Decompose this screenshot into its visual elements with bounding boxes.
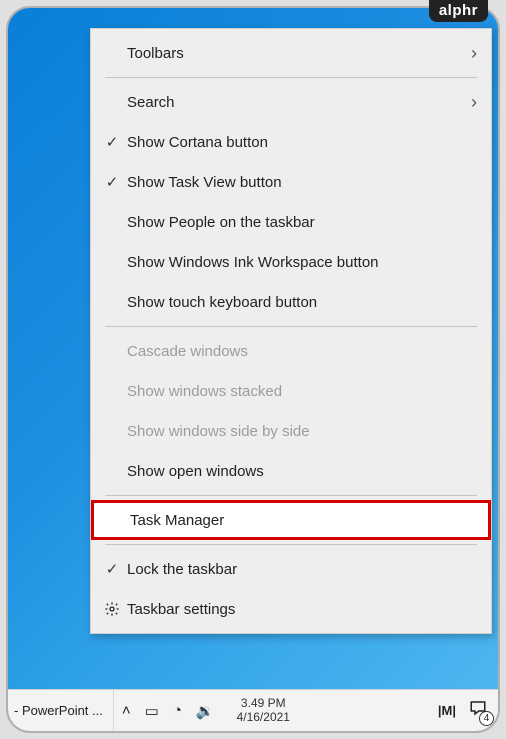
clock[interactable]: 3.49 PM 4/16/2021 xyxy=(229,697,298,725)
menu-show-touch-keyboard[interactable]: Show touch keyboard button xyxy=(91,282,491,322)
menu-toolbars[interactable]: Toolbars › xyxy=(91,33,491,73)
menu-label: Show open windows xyxy=(127,463,477,480)
alphr-watermark: alphr xyxy=(429,0,488,22)
menu-task-manager[interactable]: Task Manager xyxy=(91,500,491,540)
chevron-right-icon: › xyxy=(471,43,477,64)
taskbar-app-powerpoint[interactable]: - PowerPoint ... xyxy=(8,690,114,731)
taskbar-app-label: - PowerPoint ... xyxy=(14,703,103,718)
menu-label: Cascade windows xyxy=(127,343,477,360)
menu-label: Show People on the taskbar xyxy=(127,214,477,231)
menu-show-open-windows[interactable]: Show open windows xyxy=(91,451,491,491)
menu-show-people[interactable]: Show People on the taskbar xyxy=(91,202,491,242)
menu-label: Show Task View button xyxy=(127,174,477,191)
tray-right: |M| 4 xyxy=(428,699,498,722)
notification-count: 4 xyxy=(479,711,494,726)
menu-label: Show windows stacked xyxy=(127,383,477,400)
wifi-icon[interactable]: ◔ xyxy=(173,702,182,719)
app-icon[interactable]: |M| xyxy=(438,703,456,718)
volume-icon[interactable]: 🔉 xyxy=(196,702,215,720)
menu-label: Search xyxy=(127,94,471,111)
check-icon: ✓ xyxy=(97,173,127,191)
gear-icon xyxy=(97,601,127,617)
menu-sidebyside-windows: Show windows side by side xyxy=(91,411,491,451)
clock-date: 4/16/2021 xyxy=(237,711,290,725)
taskbar[interactable]: - PowerPoint ... ˄ ▭ ◔ 🔉 3.49 PM 4/16/20… xyxy=(8,689,498,731)
menu-label: Show Windows Ink Workspace button xyxy=(127,254,477,271)
desktop-frame: Toolbars › Search › ✓ Show Cortana butto… xyxy=(6,6,500,733)
menu-cascade-windows: Cascade windows xyxy=(91,331,491,371)
menu-show-cortana[interactable]: ✓ Show Cortana button xyxy=(91,122,491,162)
menu-label: Task Manager xyxy=(130,512,474,529)
menu-show-taskview[interactable]: ✓ Show Task View button xyxy=(91,162,491,202)
tray-overflow-icon[interactable]: ˄ xyxy=(122,702,131,719)
menu-label: Show Cortana button xyxy=(127,134,477,151)
menu-lock-taskbar[interactable]: ✓ Lock the taskbar xyxy=(91,549,491,589)
menu-search[interactable]: Search › xyxy=(91,82,491,122)
menu-label: Taskbar settings xyxy=(127,601,477,618)
menu-show-ink[interactable]: Show Windows Ink Workspace button xyxy=(91,242,491,282)
menu-taskbar-settings[interactable]: Taskbar settings xyxy=(91,589,491,629)
battery-icon[interactable]: ▭ xyxy=(145,702,159,720)
taskbar-context-menu: Toolbars › Search › ✓ Show Cortana butto… xyxy=(90,28,492,634)
chevron-right-icon: › xyxy=(471,92,477,113)
menu-label: Toolbars xyxy=(127,45,471,62)
menu-label: Show windows side by side xyxy=(127,423,477,440)
menu-stacked-windows: Show windows stacked xyxy=(91,371,491,411)
separator xyxy=(105,326,477,327)
clock-time: 3.49 PM xyxy=(237,697,290,711)
separator xyxy=(105,544,477,545)
system-tray: ˄ ▭ ◔ 🔉 3.49 PM 4/16/2021 xyxy=(114,697,428,725)
check-icon: ✓ xyxy=(97,133,127,151)
separator xyxy=(105,495,477,496)
menu-label: Lock the taskbar xyxy=(127,561,477,578)
action-center-icon[interactable]: 4 xyxy=(468,699,488,722)
menu-label: Show touch keyboard button xyxy=(127,294,477,311)
check-icon: ✓ xyxy=(97,560,127,578)
separator xyxy=(105,77,477,78)
